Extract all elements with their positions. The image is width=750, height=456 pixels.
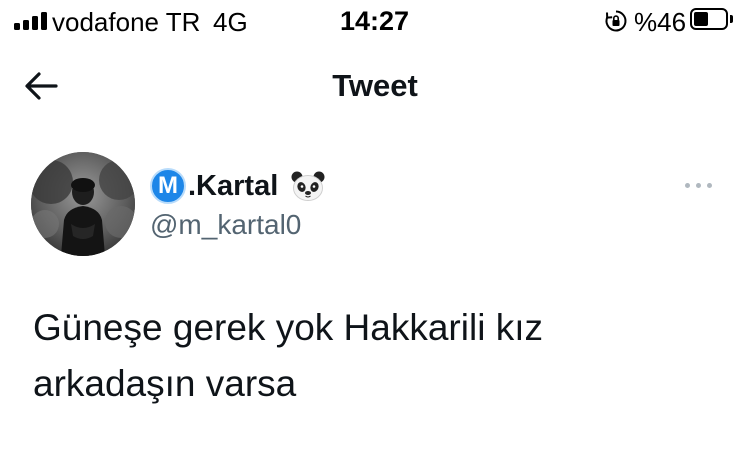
status-bar: vodafone TR 4G 14:27 %46	[0, 0, 750, 44]
more-horizontal-icon[interactable]	[683, 176, 715, 196]
avatar[interactable]	[31, 152, 135, 256]
battery-percentage: %46	[634, 7, 687, 37]
signal-bars-icon	[14, 12, 48, 30]
display-name[interactable]: .Kartal	[188, 168, 278, 204]
page-title: Tweet	[332, 68, 418, 103]
carrier-name: vodafone TR	[52, 7, 201, 37]
tweet-text-line: Güneşe gerek yok Hakkarili kız	[33, 307, 543, 348]
status-time: 14:27	[340, 6, 410, 36]
avatar-photo	[31, 152, 135, 256]
tweet-text: Güneşe gerek yok Hakkarili kız arkadaşın…	[33, 300, 723, 412]
network-type: 4G	[213, 7, 248, 37]
m-letter-badge-icon: M	[150, 168, 186, 204]
panda-face-icon	[291, 171, 325, 201]
nav-bar: Tweet	[0, 44, 750, 134]
user-handle[interactable]: @m_kartal0	[150, 208, 301, 242]
battery-icon	[690, 8, 734, 32]
tweet-text-line: arkadaşın varsa	[33, 363, 297, 404]
orientation-lock-icon	[605, 10, 627, 32]
